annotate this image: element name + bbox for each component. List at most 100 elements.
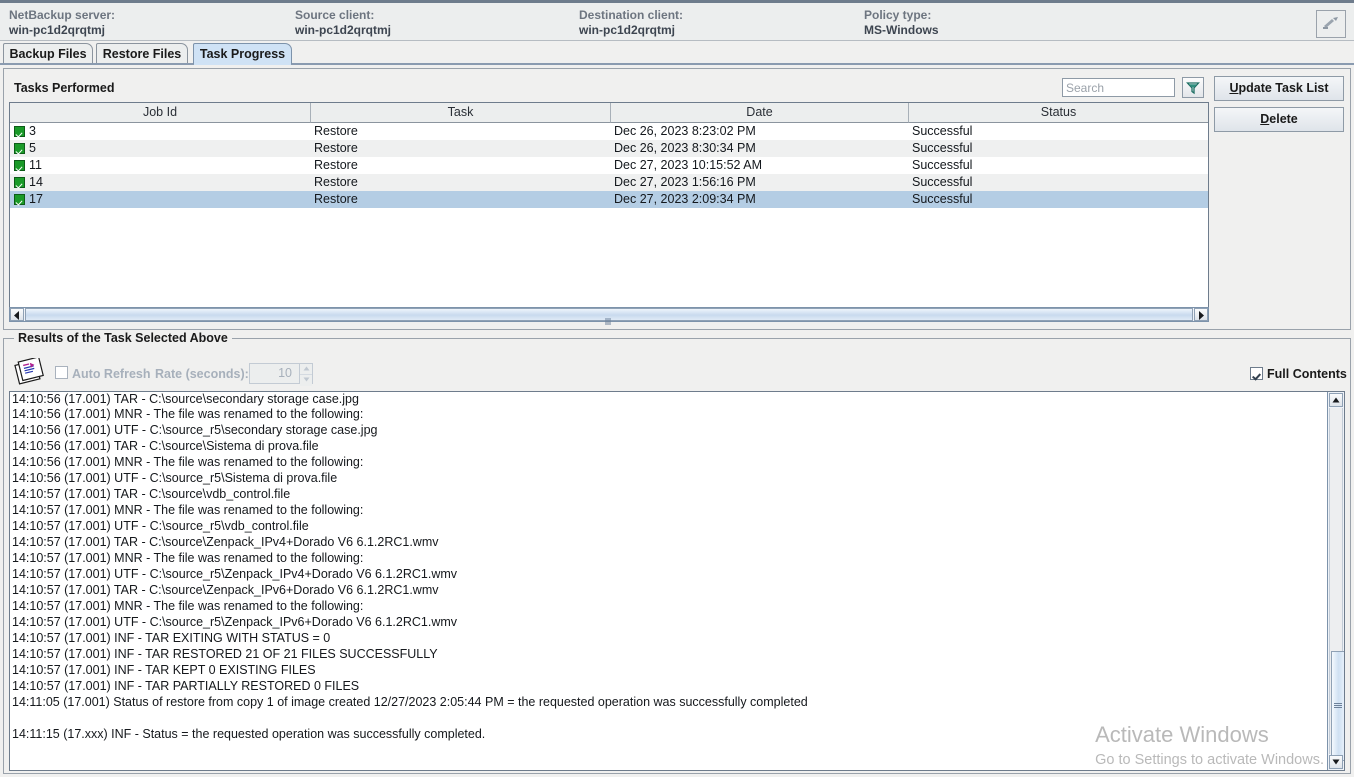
full-contents-label: Full Contents	[1267, 367, 1347, 381]
log-line: 14:10:57 (17.001) TAR - C:\source\vdb_co…	[12, 487, 291, 501]
job-id-value: 17	[29, 192, 43, 206]
rate-seconds-stepper[interactable]: 10	[249, 363, 313, 386]
log-line: 14:10:57 (17.001) UTF - C:\source_r5\vdb…	[12, 519, 309, 533]
log-line: 14:10:57 (17.001) MNR - The file was ren…	[12, 551, 364, 565]
stepper-up-button[interactable]	[300, 366, 312, 375]
search-input[interactable]: Search	[1062, 78, 1175, 97]
triangle-up-icon	[303, 366, 309, 371]
scroll-thumb-vertical[interactable]	[1331, 651, 1344, 761]
green-check-icon[interactable]	[14, 143, 25, 154]
info-label: Source client:	[295, 8, 375, 22]
scroll-track-vertical[interactable]	[1329, 408, 1344, 761]
log-line: 14:11:15 (17.xxx) INF - Status = the req…	[12, 727, 486, 741]
cell-task: Restore	[314, 141, 358, 155]
column-header-job-id[interactable]: Job Id	[10, 103, 311, 123]
column-header-task[interactable]: Task	[311, 103, 611, 123]
cell-date: Dec 26, 2023 8:30:34 PM	[614, 141, 756, 155]
info-field-netbackup-server: NetBackup server: win-pc1d2qrqtmj	[9, 8, 115, 38]
info-label: NetBackup server:	[9, 8, 116, 22]
tab-task-progress[interactable]: Task Progress	[193, 43, 292, 64]
job-id-value: 3	[29, 124, 36, 138]
info-value: MS-Windows	[864, 23, 939, 37]
cell-task: Restore	[314, 158, 358, 172]
green-check-icon[interactable]	[14, 194, 25, 205]
cell-job-id: 3	[10, 123, 311, 140]
table-row[interactable]: 17 Restore Dec 27, 2023 2:09:34 PM Successf…	[10, 191, 1208, 208]
table-row[interactable]: 3 Restore Dec 26, 2023 8:23:02 PM Successfu…	[10, 123, 1208, 140]
task-log-content: 14:10:56 (17.001) TAR - C:\source\second…	[10, 392, 1327, 770]
delete-button[interactable]: Delete	[1214, 107, 1344, 132]
tabstrip: Backup Files Restore Files Task Progress	[0, 43, 1354, 64]
antenna-icon	[1323, 17, 1338, 29]
log-line: 14:10:56 (17.001) TAR - C:\source\Sistem…	[12, 439, 319, 453]
button-mnemonic: D	[1260, 112, 1270, 126]
tab-backup-files[interactable]: Backup Files	[3, 43, 93, 64]
rate-seconds-value: 10	[278, 366, 292, 380]
cell-date: Dec 26, 2023 8:23:02 PM	[614, 124, 756, 138]
cell-job-id: 14	[10, 174, 311, 191]
stepper-down-button[interactable]	[300, 377, 312, 386]
job-id-value: 11	[29, 158, 42, 172]
triangle-left-icon	[14, 311, 19, 320]
scroll-down-button[interactable]	[1329, 755, 1343, 769]
task-log-area[interactable]: 14:10:56 (17.001) TAR - C:\source\second…	[9, 391, 1345, 771]
cell-status: Successful	[912, 124, 973, 138]
tasks-performed-title: Tasks Performed	[14, 81, 115, 95]
cell-date: Dec 27, 2023 2:09:34 PM	[614, 192, 756, 206]
cell-status: Successful	[912, 175, 973, 189]
green-check-icon[interactable]	[14, 160, 25, 171]
scroll-grip-icon	[605, 312, 613, 325]
session-info-bar: NetBackup server: win-pc1d2qrqtmj Source…	[0, 3, 1354, 41]
button-label-rest: elete	[1269, 112, 1298, 126]
filter-button[interactable]	[1182, 77, 1204, 98]
tab-restore-files[interactable]: Restore Files	[96, 43, 188, 64]
cell-status: Successful	[912, 141, 973, 155]
info-value: win-pc1d2qrqtmj	[579, 23, 676, 37]
info-label: Policy type:	[864, 8, 932, 22]
table-row[interactable]: 11 Restore Dec 27, 2023 10:15:52 AM Success…	[10, 157, 1208, 174]
cell-task: Restore	[314, 192, 358, 206]
documents-icon	[12, 356, 48, 391]
triangle-down-icon	[1332, 759, 1340, 765]
cell-job-id: 5	[10, 140, 311, 157]
job-id-value: 14	[29, 175, 43, 189]
log-line: 14:10:56 (17.001) UTF - C:\source_r5\Sis…	[12, 471, 338, 485]
log-line: 14:10:56 (17.001) TAR - C:\source\second…	[12, 392, 359, 406]
log-line: 14:10:57 (17.001) INF - TAR RESTORED 21 …	[12, 647, 438, 661]
triangle-down-icon	[303, 377, 309, 382]
antenna-icon-button[interactable]	[1316, 10, 1346, 38]
table-horizontal-scrollbar[interactable]	[9, 307, 1209, 325]
cell-status: Successful	[912, 158, 973, 172]
stepper-buttons[interactable]	[299, 364, 312, 386]
log-line: 14:10:57 (17.001) UTF - C:\source_r5\Zen…	[12, 567, 458, 581]
results-panel-legend: Results of the Task Selected Above	[14, 331, 232, 345]
green-check-icon[interactable]	[14, 177, 25, 188]
info-field-policy-type: Policy type: MS-Windows	[864, 8, 939, 38]
table-row[interactable]: 5 Restore Dec 26, 2023 8:30:34 PM Successfu…	[10, 140, 1208, 157]
log-line: 14:10:57 (17.001) INF - TAR EXITING WITH…	[12, 631, 331, 645]
search-placeholder: Search	[1066, 81, 1105, 95]
scroll-thumb-horizontal[interactable]	[25, 308, 1193, 325]
log-line: 14:10:57 (17.001) UTF - C:\source_r5\Zen…	[12, 615, 458, 629]
update-task-list-button[interactable]: Update Task List	[1214, 76, 1344, 101]
scroll-grip-icon	[1334, 703, 1342, 709]
triangle-right-icon	[1199, 311, 1204, 320]
log-line: 14:10:57 (17.001) INF - TAR KEPT 0 EXIST…	[12, 663, 316, 677]
scroll-up-button[interactable]	[1329, 393, 1343, 407]
scroll-right-button[interactable]	[1194, 308, 1208, 321]
auto-refresh-label: Auto Refresh	[72, 367, 151, 381]
full-contents-checkbox[interactable]	[1250, 367, 1263, 380]
log-line: 14:10:57 (17.001) MNR - The file was ren…	[12, 599, 364, 613]
netbackup-task-progress-window: NetBackup server: win-pc1d2qrqtmj Source…	[0, 0, 1354, 777]
table-row[interactable]: 14 Restore Dec 27, 2023 1:56:16 PM Successf…	[10, 174, 1208, 191]
job-id-value: 5	[29, 141, 36, 155]
auto-refresh-checkbox[interactable]	[55, 366, 68, 379]
green-check-icon[interactable]	[14, 126, 25, 137]
cell-task: Restore	[314, 124, 358, 138]
log-vertical-scrollbar[interactable]	[1327, 392, 1344, 770]
column-header-status[interactable]: Status	[909, 103, 1208, 123]
info-field-source-client: Source client: win-pc1d2qrqtmj	[295, 8, 391, 38]
scroll-left-button[interactable]	[10, 308, 24, 321]
column-header-date[interactable]: Date	[611, 103, 909, 123]
